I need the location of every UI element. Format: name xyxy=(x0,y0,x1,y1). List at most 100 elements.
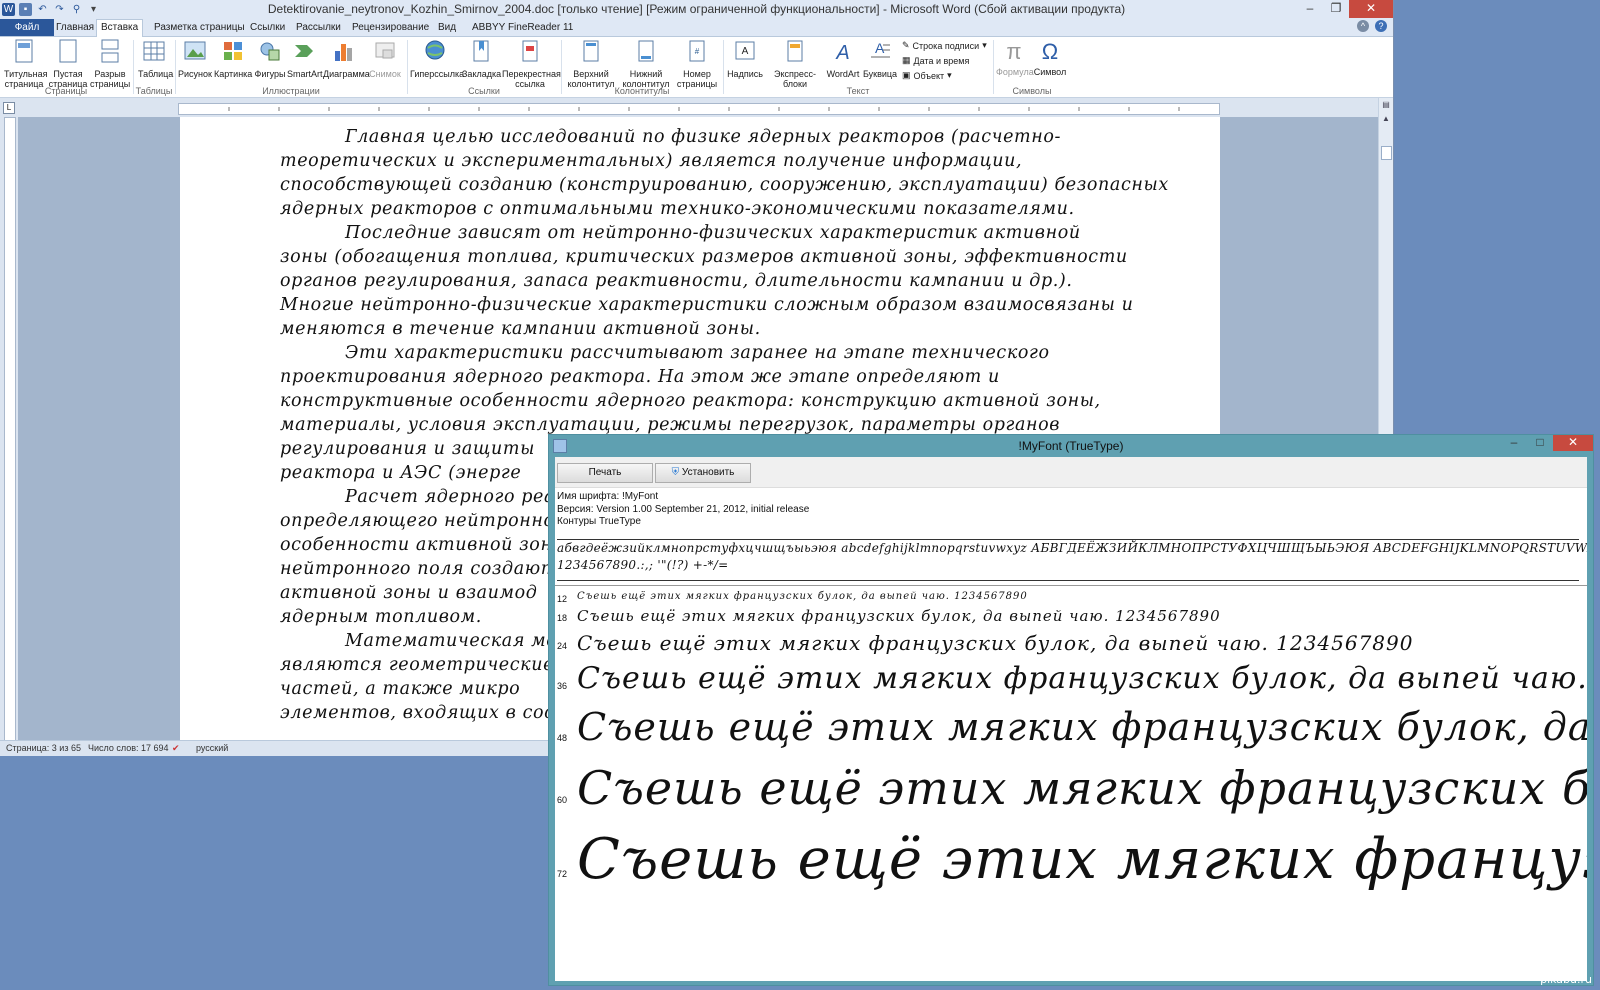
print-button[interactable]: Печать xyxy=(557,463,653,483)
tab-abbyy[interactable]: ABBYY FineReader 11 xyxy=(468,20,577,36)
minimize-button[interactable]: – xyxy=(1297,0,1323,18)
tab-selector[interactable]: L xyxy=(3,102,15,114)
sample-size: 60 xyxy=(557,795,568,805)
ribbon-help-area: ^ ? xyxy=(1357,20,1387,32)
ruler-toggle-icon[interactable]: ▤ xyxy=(1379,98,1393,112)
signature-line-button[interactable]: ✎ Строка подписи ▾ xyxy=(902,40,987,51)
date-time-button[interactable]: ▦ Дата и время xyxy=(902,55,969,66)
signature-line-icon: ✎ xyxy=(902,40,910,50)
horizontal-ruler[interactable] xyxy=(178,103,1220,115)
doc-line: Расчет ядерного реак xyxy=(345,487,567,507)
ruler-row: L xyxy=(0,98,1393,117)
sample-text: Съешь ещё этих мягких французских булок,… xyxy=(577,591,1028,602)
sample-size: 24 xyxy=(557,641,568,651)
doc-line: Последние зависят от нейтронно-физически… xyxy=(345,223,1081,243)
screenshot-button[interactable]: Снимок xyxy=(368,39,402,79)
footer-button[interactable]: Нижний колонтитул xyxy=(620,39,672,89)
shapes-button[interactable]: Фигуры xyxy=(253,39,287,79)
dropcap-icon: A xyxy=(871,40,890,58)
collapse-ribbon-icon[interactable]: ^ xyxy=(1357,20,1369,32)
title-bar: W ▪ ↶ ↷ ⚲ ▾ Detektirovanie_neytronov_Koz… xyxy=(0,0,1393,18)
group-label-text: Текст xyxy=(846,86,870,96)
tab-references[interactable]: Ссылки xyxy=(246,20,289,36)
scroll-up-arrow-icon[interactable]: ▲ xyxy=(1379,112,1393,126)
blank-page-button[interactable]: Пустая страница xyxy=(48,39,88,89)
watermark: pikabu.ru xyxy=(1540,973,1592,986)
tab-home[interactable]: Главная xyxy=(52,20,98,36)
status-word-count[interactable]: Число слов: 17 694 xyxy=(88,743,169,753)
font-viewer-body: Печать ⛨ Установить Имя шрифта: !MyFont … xyxy=(555,457,1587,981)
install-button[interactable]: ⛨ Установить xyxy=(655,463,751,483)
page-break-button[interactable]: Разрыв страницы xyxy=(90,39,130,89)
font-outline-line: Контуры TrueType xyxy=(557,516,641,527)
maximize-button[interactable]: □ xyxy=(1527,435,1553,451)
textbox-button[interactable]: A Надпись xyxy=(726,39,764,79)
picture-button[interactable]: Рисунок xyxy=(178,39,212,79)
quick-parts-button[interactable]: Экспресс-блоки xyxy=(766,39,824,89)
cover-page-button[interactable]: Титульная страница xyxy=(4,39,47,89)
doc-line: зоны (обогащения топлива, критических ра… xyxy=(280,247,1128,267)
window-controls: – ❐ ✕ xyxy=(1297,0,1393,18)
dropcap-button[interactable]: A Буквица xyxy=(862,39,898,79)
doc-line: регулирования и защиты xyxy=(280,439,535,459)
help-icon[interactable]: ? xyxy=(1375,20,1387,32)
tab-review[interactable]: Рецензирование xyxy=(348,20,433,36)
svg-text:A: A xyxy=(875,40,885,56)
clipart-icon xyxy=(224,42,242,60)
smartart-button[interactable]: SmartArt xyxy=(287,39,323,79)
page-number-button[interactable]: # Номер страницы xyxy=(674,39,720,89)
tab-insert[interactable]: Вставка xyxy=(96,19,144,37)
shapes-icon xyxy=(260,42,280,61)
sample-size: 48 xyxy=(557,733,568,743)
table-button[interactable]: Таблица xyxy=(138,39,173,79)
footer-icon xyxy=(638,40,654,62)
ruler-ticks xyxy=(228,107,1180,111)
font-viewer-app-icon xyxy=(553,439,567,453)
calendar-icon: ▦ xyxy=(902,55,911,65)
font-sample-row: 48 Съешь ещё этих мягких французских бул… xyxy=(555,705,1587,761)
status-page[interactable]: Страница: 3 из 65 xyxy=(6,743,81,753)
doc-line: теоретических и экспериментальных) являе… xyxy=(280,151,1023,171)
group-label-headers: Колонтитулы xyxy=(614,86,670,96)
font-viewer-toolbar: Печать ⛨ Установить xyxy=(555,457,1587,488)
proofing-icon[interactable]: ✔ xyxy=(172,743,180,754)
minimize-button[interactable]: – xyxy=(1501,435,1527,451)
scroll-thumb[interactable] xyxy=(1381,146,1392,160)
tab-mailings[interactable]: Рассылки xyxy=(292,20,345,36)
group-label-symbols: Символы xyxy=(1012,86,1052,96)
chart-icon xyxy=(335,44,352,61)
vertical-ruler-strip[interactable] xyxy=(4,117,16,742)
doc-line: реактора и АЭС (энерге xyxy=(280,463,522,483)
restore-button[interactable]: ❐ xyxy=(1323,0,1349,18)
close-button[interactable]: ✕ xyxy=(1349,0,1393,18)
font-sample-row: 12 Съешь ещё этих мягких французских бул… xyxy=(555,591,1587,607)
charset-digits: 1234567890.:,; '"(!?) +-*/= xyxy=(557,558,729,572)
tab-file[interactable]: Файл xyxy=(0,19,54,36)
clipart-button[interactable]: Картинка xyxy=(214,39,252,79)
sample-text: Съешь ещё этих мягких французских булок,… xyxy=(577,661,1587,696)
doc-line: являются геометрические xyxy=(280,655,555,675)
header-button[interactable]: Верхний колонтитул xyxy=(566,39,616,89)
font-viewer-window: !MyFont (TrueType) – □ ✕ Печать ⛨ Устано… xyxy=(548,434,1594,986)
sample-size: 72 xyxy=(557,869,568,879)
tab-view[interactable]: Вид xyxy=(434,20,460,36)
sample-text: Съешь ещё этих мягких французских булок,… xyxy=(577,607,1221,625)
group-label-tables: Таблицы xyxy=(135,86,173,96)
equation-button[interactable]: π Формула xyxy=(996,39,1034,77)
bookmark-button[interactable]: Закладка xyxy=(462,39,501,79)
doc-line: частей, а также микро xyxy=(280,679,521,699)
table-icon xyxy=(143,41,165,61)
textbox-icon: A xyxy=(735,41,755,60)
wordart-button[interactable]: A WordArt xyxy=(826,39,860,79)
chart-button[interactable]: Диаграмма xyxy=(323,39,370,79)
object-button[interactable]: ▣ Объект ▾ xyxy=(902,70,952,81)
page-number-icon: # xyxy=(689,40,705,62)
doc-line: ядерным топливом. xyxy=(280,607,482,627)
symbol-button[interactable]: Ω Символ xyxy=(1032,39,1068,77)
cross-reference-button[interactable]: Перекрестная ссылка xyxy=(502,39,561,89)
close-button[interactable]: ✕ xyxy=(1553,435,1593,451)
hyperlink-button[interactable]: Гиперссылка xyxy=(410,39,464,79)
pi-icon: π xyxy=(1006,39,1022,64)
tab-page-layout[interactable]: Разметка страницы xyxy=(150,20,249,36)
status-language[interactable]: русский xyxy=(196,743,228,753)
